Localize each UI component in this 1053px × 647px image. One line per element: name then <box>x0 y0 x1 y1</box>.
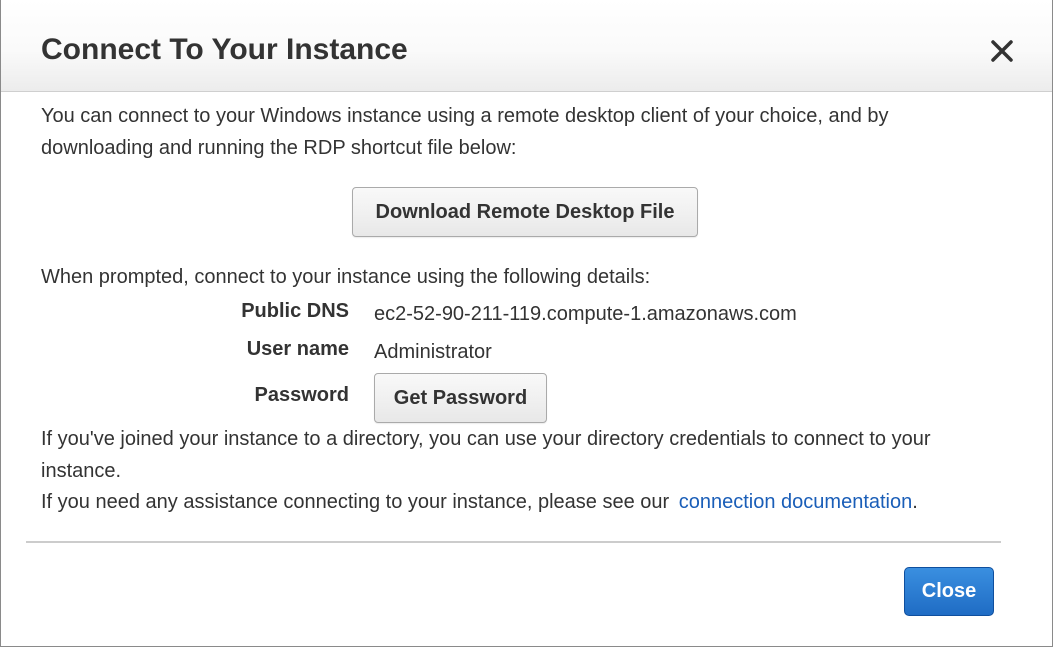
connect-dialog: Connect To Your Instance You can connect… <box>0 0 1053 647</box>
close-icon-glyph <box>991 40 1013 62</box>
password-label: Password <box>254 384 349 406</box>
close-icon[interactable] <box>987 36 1017 66</box>
close-button[interactable]: Close <box>904 567 994 616</box>
assistance-text: If you need any assistance connecting to… <box>41 486 918 518</box>
connection-documentation-link[interactable]: connection documentation <box>679 491 913 513</box>
assistance-suffix: . <box>912 491 918 513</box>
public-dns-value: ec2-52-90-211-119.compute-1.amazonaws.co… <box>374 303 797 325</box>
dialog-header: Connect To Your Instance <box>1 0 1052 92</box>
prompt-text: When prompted, connect to your instance … <box>41 266 651 288</box>
directory-note-text: If you've joined your instance to a dire… <box>41 428 931 482</box>
assistance-prefix: If you need any assistance connecting to… <box>41 491 670 513</box>
intro-text: You can connect to your Windows instance… <box>41 105 889 159</box>
get-password-button[interactable]: Get Password <box>374 373 547 423</box>
footer-divider <box>26 541 1001 543</box>
user-name-value: Administrator <box>374 341 492 363</box>
download-rdp-file-button[interactable]: Download Remote Desktop File <box>352 187 698 237</box>
public-dns-label: Public DNS <box>241 300 349 322</box>
user-name-label: User name <box>246 338 349 360</box>
dialog-title: Connect To Your Instance <box>41 33 408 66</box>
